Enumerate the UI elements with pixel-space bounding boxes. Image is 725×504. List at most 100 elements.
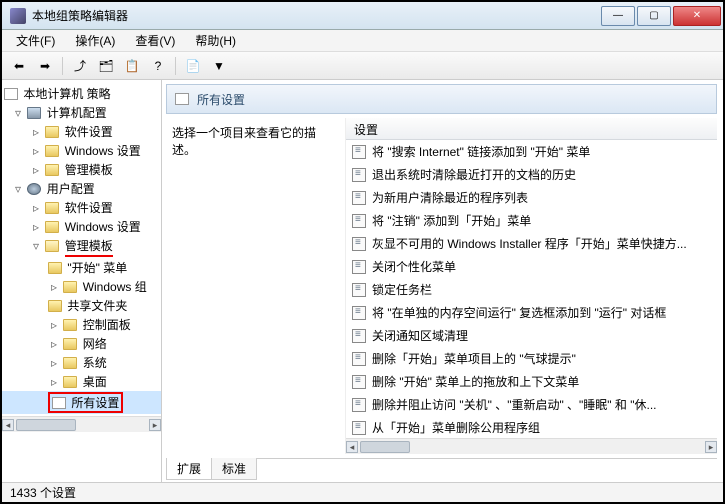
list-item[interactable]: 将 "注销" 添加到「开始」菜单 xyxy=(346,209,717,232)
tree-control[interactable]: ▹ 控制面板 xyxy=(2,315,161,334)
tree-shared[interactable]: 共享文件夹 xyxy=(2,296,161,315)
list-item[interactable]: 为新用户清除最近的程序列表 xyxy=(346,186,717,209)
scroll-right-icon[interactable]: ▸ xyxy=(149,419,161,431)
tree-label: 共享文件夹 xyxy=(67,299,127,313)
menu-file[interactable]: 文件(F) xyxy=(6,30,65,51)
minimize-button[interactable]: — xyxy=(601,6,635,26)
tree-label: 软件设置 xyxy=(65,125,113,139)
settings-icon xyxy=(52,397,66,409)
tree-u-windows[interactable]: ▹ Windows 设置 xyxy=(2,217,161,236)
list-item[interactable]: 删除并阻止访问 "关机" 、"重新启动" 、"睡眠" 和 "休... xyxy=(346,393,717,416)
list-item[interactable]: 删除「开始」菜单项目上的 "气球提示" xyxy=(346,347,717,370)
tab-standard[interactable]: 标准 xyxy=(211,458,257,480)
tree-c-software[interactable]: ▹ 软件设置 xyxy=(2,122,161,141)
menu-help[interactable]: 帮助(H) xyxy=(185,30,246,51)
scroll-left-icon[interactable]: ◂ xyxy=(346,441,358,453)
list-item[interactable]: 将 "在单独的内存空间运行" 复选框添加到 "运行" 对话框 xyxy=(346,301,717,324)
expand-icon[interactable]: ▹ xyxy=(30,163,42,177)
tree-u-software[interactable]: ▹ 软件设置 xyxy=(2,198,161,217)
list-item[interactable]: 锁定任务栏 xyxy=(346,278,717,301)
list-item[interactable]: 关闭通知区域清理 xyxy=(346,324,717,347)
tree-h-scrollbar[interactable]: ◂ ▸ xyxy=(2,416,161,432)
scroll-thumb[interactable] xyxy=(16,419,76,431)
tree-startmenu[interactable]: "开始" 菜单 xyxy=(2,258,161,277)
column-header-settings[interactable]: 设置 xyxy=(346,118,717,140)
tree-c-admin[interactable]: ▹ 管理模板 xyxy=(2,160,161,179)
menu-view[interactable]: 查看(V) xyxy=(125,30,185,51)
scroll-right-icon[interactable]: ▸ xyxy=(705,441,717,453)
scroll-thumb[interactable] xyxy=(360,441,410,453)
properties-button[interactable]: 📄 xyxy=(182,55,204,77)
close-button[interactable]: ✕ xyxy=(673,6,721,26)
user-icon xyxy=(27,183,41,195)
app-icon xyxy=(10,8,26,24)
expand-icon[interactable]: ▹ xyxy=(30,201,42,215)
folder-icon xyxy=(45,126,59,138)
tree-root-label: 本地计算机 策略 xyxy=(23,87,110,101)
tree-desktop[interactable]: ▹ 桌面 xyxy=(2,372,161,391)
policy-item-icon xyxy=(352,329,366,343)
policy-item-icon xyxy=(352,214,366,228)
folder-icon xyxy=(63,319,77,331)
folder-icon xyxy=(63,357,77,369)
forward-button[interactable]: ➡ xyxy=(34,55,56,77)
list-item-label: 将 "在单独的内存空间运行" 复选框添加到 "运行" 对话框 xyxy=(372,306,666,320)
tree-label: Windows 设置 xyxy=(65,220,141,234)
expand-icon[interactable]: ▹ xyxy=(48,337,60,351)
tree-system[interactable]: ▹ 系统 xyxy=(2,353,161,372)
expand-icon[interactable]: ▹ xyxy=(30,144,42,158)
list-item-label: 为新用户清除最近的程序列表 xyxy=(372,191,528,205)
tree-network[interactable]: ▹ 网络 xyxy=(2,334,161,353)
list-item-label: 退出系统时清除最近打开的文档的历史 xyxy=(372,168,576,182)
list-h-scrollbar[interactable]: ◂ ▸ xyxy=(346,438,717,454)
list-item[interactable]: 关闭个性化菜单 xyxy=(346,255,717,278)
show-hide-tree-button[interactable]: 🗂 xyxy=(95,55,117,77)
help-button[interactable]: ? xyxy=(147,55,169,77)
expand-icon[interactable]: ▹ xyxy=(48,375,60,389)
list-item[interactable]: 将 "搜索 Internet" 链接添加到 "开始" 菜单 xyxy=(346,140,717,163)
tree-pane[interactable]: 本地计算机 策略 ▿ 计算机配置 ▹ 软件设置 ▹ Windows 设置 xyxy=(2,80,162,482)
folder-icon xyxy=(48,300,62,312)
collapse-icon[interactable]: ▿ xyxy=(30,239,42,253)
tree-wincomp[interactable]: ▹ Windows 组 xyxy=(2,277,161,296)
folder-icon xyxy=(48,262,62,274)
separator xyxy=(175,57,176,75)
tree-user-config[interactable]: ▿ 用户配置 xyxy=(2,179,161,198)
tree-all-settings[interactable]: 所有设置 xyxy=(2,391,161,414)
expand-icon[interactable]: ▹ xyxy=(48,318,60,332)
expand-icon[interactable]: ▹ xyxy=(48,280,60,294)
list-item[interactable]: 退出系统时清除最近打开的文档的历史 xyxy=(346,163,717,186)
menu-action[interactable]: 操作(A) xyxy=(65,30,125,51)
tab-extended[interactable]: 扩展 xyxy=(166,458,212,480)
tree-label: 桌面 xyxy=(83,375,107,389)
list-item[interactable]: 从「开始」菜单删除公用程序组 xyxy=(346,416,717,436)
tree-u-admin[interactable]: ▿ 管理模板 xyxy=(2,236,161,258)
maximize-button[interactable]: ▢ xyxy=(637,6,671,26)
export-list-button[interactable]: 📋 xyxy=(121,55,143,77)
policy-item-icon xyxy=(352,375,366,389)
filter-button[interactable]: ▼ xyxy=(208,55,230,77)
back-button[interactable]: ⬅ xyxy=(8,55,30,77)
tree-c-windows[interactable]: ▹ Windows 设置 xyxy=(2,141,161,160)
list-item-label: 将 "注销" 添加到「开始」菜单 xyxy=(372,214,531,228)
policy-item-icon xyxy=(352,260,366,274)
list-item-label: 锁定任务栏 xyxy=(372,283,432,297)
collapse-icon[interactable]: ▿ xyxy=(12,182,24,196)
expand-icon[interactable]: ▹ xyxy=(48,356,60,370)
folder-icon xyxy=(63,376,77,388)
tree-label: 管理模板 xyxy=(65,237,113,257)
scroll-left-icon[interactable]: ◂ xyxy=(2,419,14,431)
list-item-label: 从「开始」菜单删除公用程序组 xyxy=(372,421,540,435)
right-header-label: 所有设置 xyxy=(197,91,245,108)
settings-list[interactable]: 将 "搜索 Internet" 链接添加到 "开始" 菜单退出系统时清除最近打开… xyxy=(346,140,717,436)
tree-computer-config[interactable]: ▿ 计算机配置 xyxy=(2,103,161,122)
list-item-label: 关闭通知区域清理 xyxy=(372,329,468,343)
up-button[interactable]: ⤴ xyxy=(69,55,91,77)
expand-icon[interactable]: ▹ xyxy=(30,125,42,139)
expand-icon[interactable]: ▹ xyxy=(30,220,42,234)
list-item[interactable]: 删除 "开始" 菜单上的拖放和上下文菜单 xyxy=(346,370,717,393)
policy-item-icon xyxy=(352,283,366,297)
tree-root-node[interactable]: 本地计算机 策略 xyxy=(2,84,161,103)
collapse-icon[interactable]: ▿ xyxy=(12,106,24,120)
list-item[interactable]: 灰显不可用的 Windows Installer 程序「开始」菜单快捷方... xyxy=(346,232,717,255)
